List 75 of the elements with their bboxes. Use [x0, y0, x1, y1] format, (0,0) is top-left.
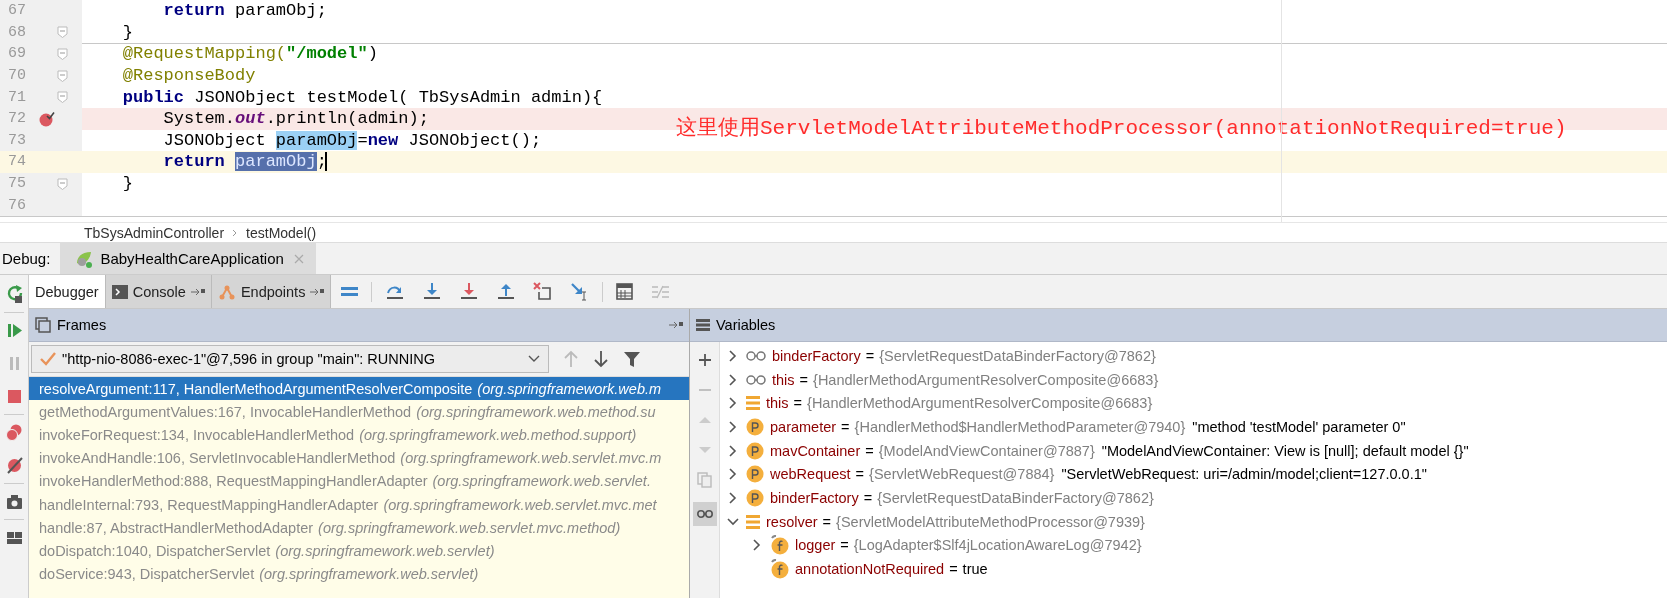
- frame-row[interactable]: handleInternal:793, RequestMappingHandlerAdapter (org.springframework.web.servlet.mvc.met: [29, 492, 689, 517]
- restore-icon[interactable]: [35, 317, 51, 333]
- line-number: 74: [7, 153, 26, 171]
- parameter-icon[interactable]: [746, 441, 764, 460]
- code-line: JSONObject paramObj=new JSONObject();: [162, 130, 542, 150]
- variable-row[interactable]: annotationNotRequired = true: [720, 557, 1667, 581]
- breakpoint-icon[interactable]: [39, 110, 55, 127]
- layout-lines-icon[interactable]: [341, 284, 359, 299]
- panel-title: Frames: [57, 317, 107, 333]
- list-icon[interactable]: [696, 319, 710, 331]
- code-line: }: [121, 22, 133, 42]
- check-icon[interactable]: [40, 352, 56, 366]
- parameter-icon[interactable]: [746, 488, 764, 507]
- code-line: return paramObj;: [162, 152, 327, 172]
- frame-row[interactable]: doDispatch:1040, DispatcherServlet (org.springframework.web.servlet): [29, 539, 689, 563]
- variable-row[interactable]: webRequest = {ServletWebRequest@7884} "ServletWebRequest: uri=/admin/model;client=127.0.0.1": [720, 462, 1667, 487]
- line-number: 76: [7, 196, 26, 214]
- field-icon[interactable]: [770, 559, 789, 580]
- panel-label: Debug:: [1, 250, 52, 267]
- console-icon[interactable]: [111, 284, 128, 299]
- line-number: 72: [7, 110, 26, 128]
- glasses-icon[interactable]: [746, 349, 766, 362]
- code-line: @RequestMapping("/model"): [121, 44, 378, 64]
- line-number: 73: [7, 131, 26, 149]
- code-line: public JSONObject testModel( TbSysAdmin admin){: [121, 87, 603, 107]
- field-icon[interactable]: [770, 535, 789, 556]
- pin-icon[interactable]: [190, 286, 205, 297]
- filter-icon[interactable]: [623, 350, 641, 368]
- glasses-icon[interactable]: [692, 502, 717, 526]
- variable-row[interactable]: this = {HandlerMethodArgumentResolverComposite@6683}: [720, 391, 1667, 416]
- mute-breakpoints-icon[interactable]: [4, 456, 24, 475]
- camera-icon[interactable]: [4, 492, 24, 511]
- code-line: }: [121, 174, 133, 194]
- calculator-icon[interactable]: [616, 283, 634, 300]
- line-number: 75: [7, 175, 26, 193]
- tool-tab[interactable]: Console: [105, 275, 212, 308]
- panel-title: Variables: [716, 317, 776, 333]
- line-number: 68: [7, 23, 26, 41]
- code-line: @ResponseBody: [121, 66, 256, 86]
- step-out-icon[interactable]: [496, 282, 516, 301]
- thread-dropdown[interactable]: "http-nio-8086-exec-1"@7,596 in group "main": RUNNING: [31, 345, 549, 373]
- variable-row[interactable]: this = {HandlerMethodArgumentResolverComposite@6683}: [720, 367, 1667, 392]
- frame-row[interactable]: invokeHandlerMethod:888, RequestMappingHandlerAdapter (org.springframework.web.servlet.: [29, 469, 689, 493]
- line-number: 69: [7, 45, 26, 63]
- add-icon[interactable]: [696, 352, 713, 368]
- code-line: System.out.println(admin);: [162, 109, 429, 129]
- code-line: return paramObj;: [162, 1, 327, 21]
- variable-row[interactable]: parameter = {HandlerMethod$HandlerMethodParameter@7940} "method 'testModel' parameter 0": [720, 415, 1667, 439]
- frame-row[interactable]: invokeAndHandle:106, ServletInvocableHandlerMethod (org.springframework.web.servlet.mvc.m: [29, 446, 689, 470]
- variable-row[interactable]: mavContainer = {ModelAndViewContainer@7887} "ModelAndViewContainer: View is [null]; default model {}": [720, 438, 1667, 463]
- pin-icon[interactable]: [310, 286, 325, 297]
- line-number: 71: [7, 88, 26, 106]
- breadcrumb[interactable]: TbSysAdminController: [84, 224, 225, 241]
- down-arrow-icon[interactable]: [593, 350, 609, 368]
- force-step-into-icon[interactable]: [459, 282, 479, 301]
- variable-row[interactable]: binderFactory = {ServletRequestDataBinderFactory@7862}: [720, 486, 1667, 510]
- frame-row[interactable]: resolveArgument:117, HandlerMethodArgumentResolverComposite (org.springframework.web.m: [29, 377, 689, 401]
- pin-icon[interactable]: [669, 320, 683, 330]
- tool-tab[interactable]: Endpoints: [211, 275, 332, 308]
- variable-row[interactable]: binderFactory = {ServletRequestDataBinderFactory@7862}: [720, 344, 1667, 368]
- line-number: 70: [7, 67, 26, 85]
- parameter-icon[interactable]: [746, 417, 764, 436]
- breadcrumb[interactable]: testModel(): [246, 224, 317, 241]
- frame-row[interactable]: invokeForRequest:134, InvocableHandlerMethod (org.springframework.web.method.support): [29, 423, 689, 447]
- glasses-icon[interactable]: [746, 373, 766, 386]
- breakpoints-icon[interactable]: [4, 423, 24, 442]
- step-into-icon[interactable]: [422, 282, 442, 301]
- parameter-icon[interactable]: [746, 465, 764, 484]
- tool-tab[interactable]: Debugger: [29, 275, 106, 308]
- annotation-text: 这里使用ServletModelAttributeMethodProcessor(annotationNotRequired=true): [676, 115, 1567, 141]
- variable-row[interactable]: resolver = {ServletModelAttributeMethodProcessor@7939}: [720, 509, 1667, 534]
- drop-frame-icon[interactable]: [533, 282, 553, 301]
- variable-row[interactable]: logger = {LogAdapter$Slf4jLocationAwareLog@7942}: [720, 533, 1667, 558]
- line-number: 67: [7, 2, 26, 20]
- frame-row[interactable]: getMethodArgumentValues:167, InvocableHandlerMethod (org.springframework.web.method.su: [29, 400, 689, 424]
